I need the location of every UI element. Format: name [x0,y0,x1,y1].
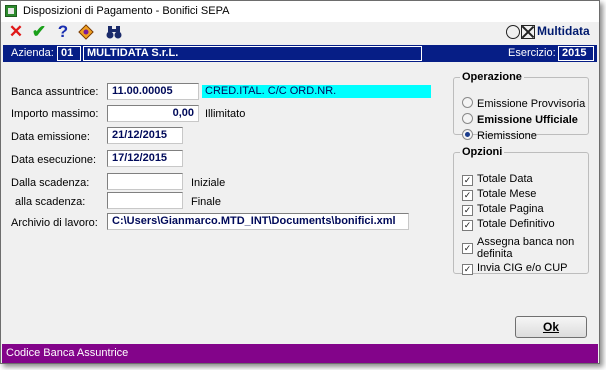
archivio-input[interactable]: C:\Users\Gianmarco.MTD_INT\Documents\bon… [107,213,409,230]
checkbox-checked-icon[interactable]: ✓ [462,205,473,216]
esercizio-label: Esercizio: [508,47,556,59]
status-bar: Codice Banca Assuntrice [2,344,598,363]
confirm-icon[interactable]: ✔ [30,23,48,41]
check-assegna-banca[interactable]: ✓ Assegna banca non definita [462,236,574,260]
logo-box-icon [521,25,535,39]
check-totale-definitivo[interactable]: ✓ Totale Definitivo [462,218,555,231]
azienda-label: Azienda: [11,47,54,59]
logo-circle-icon [506,25,520,39]
dalla-scadenza-input[interactable] [107,173,183,190]
check-totale-pagina[interactable]: ✓ Totale Pagina [462,203,544,216]
help-icon[interactable]: ? [54,23,72,41]
title-bar: Disposizioni di Pagamento - Bonifici SEP… [1,1,599,22]
operazione-legend: Operazione [462,71,522,83]
dialog-window: Disposizioni di Pagamento - Bonifici SEP… [0,0,600,364]
checkbox-checked-icon[interactable]: ✓ [462,175,473,186]
azienda-name: MULTIDATA S.r.L. [83,46,422,61]
radio-emissione-provvisoria[interactable]: Emissione Provvisoria [462,97,585,110]
tools-icon[interactable] [77,23,95,41]
check-totale-data[interactable]: ✓ Totale Data [462,173,533,186]
operazione-group: Operazione Emissione Provvisoria Emissio… [453,71,589,142]
alla-scadenza-input[interactable] [107,192,183,209]
importo-input[interactable]: 0,00 [107,105,199,122]
app-icon [5,5,17,17]
banca-label: Banca assuntrice: [11,86,99,98]
check-totale-mese[interactable]: ✓ Totale Mese [462,188,536,201]
dalla-note: Iniziale [191,177,226,189]
ok-button[interactable]: Ok [515,316,587,338]
alla-scadenza-label: alla scadenza: [15,196,86,208]
importo-label: Importo massimo: [11,108,99,120]
check-invia-cig[interactable]: ✓ Invia CIG e/o CUP [462,262,567,275]
dalla-scadenza-label: Dalla scadenza: [11,177,90,189]
status-text: Codice Banca Assuntrice [6,347,129,359]
checkbox-checked-icon[interactable]: ✓ [462,190,473,201]
opzioni-group: Opzioni ✓ Totale Data ✓ Totale Mese ✓ Total… [453,146,589,275]
esercizio-value: 2015 [558,46,594,61]
data-emissione-input[interactable]: 21/12/2015 [107,127,183,144]
close-icon[interactable]: ✕ [7,23,25,41]
checkbox-checked-icon[interactable]: ✓ [462,220,473,231]
logo-text: Multidata [537,24,590,38]
toolbar: ✕ ✔ ? Multidata [1,22,599,44]
data-esecuzione-label: Data esecuzione: [11,154,96,166]
data-esecuzione-input[interactable]: 17/12/2015 [107,150,183,167]
radio-emissione-ufficiale[interactable]: Emissione Ufficiale [462,113,578,126]
radio-icon[interactable] [462,97,473,108]
archivio-label: Archivio di lavoro: [11,217,98,229]
banca-description: CRED.ITAL. C/C ORD.NR. [202,85,431,98]
binoculars-icon[interactable] [105,23,123,41]
radio-icon[interactable] [462,113,473,124]
checkbox-checked-icon[interactable]: ✓ [462,264,473,275]
azienda-code: 01 [57,46,81,61]
radio-riemissione[interactable]: Riemissione [462,129,537,142]
opzioni-legend: Opzioni [462,146,503,158]
window-title: Disposizioni di Pagamento - Bonifici SEP… [23,5,230,17]
radio-selected-icon[interactable] [462,129,473,140]
company-band: Azienda: 01 MULTIDATA S.r.L. Esercizio: … [3,45,597,62]
importo-note: Illimitato [205,108,246,120]
checkbox-checked-icon[interactable]: ✓ [462,243,473,254]
banca-input[interactable]: 11.00.00005 [107,83,199,100]
data-emissione-label: Data emissione: [11,131,90,143]
alla-note: Finale [191,196,221,208]
